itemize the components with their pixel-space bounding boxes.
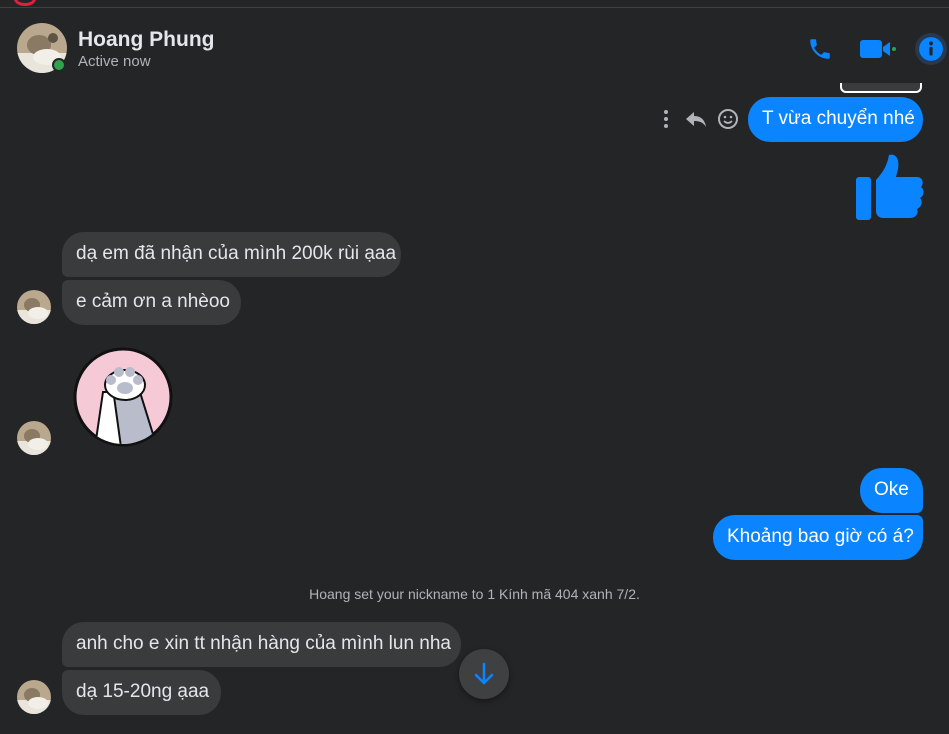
like-thumbs-up-icon[interactable] bbox=[853, 152, 925, 222]
message-hover-actions bbox=[660, 106, 740, 132]
scroll-to-bottom-button[interactable] bbox=[459, 649, 509, 699]
more-options-icon[interactable] bbox=[660, 106, 672, 132]
conversation-header: Hoang Phung Active now bbox=[0, 8, 949, 86]
cat-paw-sticker[interactable] bbox=[73, 347, 173, 447]
incoming-message[interactable]: e cảm ơn a nhèoo bbox=[62, 280, 241, 325]
window-top-border bbox=[0, 0, 949, 8]
outgoing-message[interactable]: T vừa chuyển nhé bbox=[748, 97, 923, 142]
arrow-down-icon bbox=[474, 662, 494, 685]
incoming-message[interactable]: dạ em đã nhận của mình 200k rùi ạaa bbox=[62, 232, 401, 277]
incoming-message[interactable]: dạ 15-20ng ạaa bbox=[62, 670, 221, 715]
contact-name[interactable]: Hoang Phung bbox=[78, 28, 214, 52]
outgoing-message[interactable]: Khoảng bao giờ có á? bbox=[713, 515, 923, 560]
phone-icon[interactable] bbox=[805, 34, 835, 64]
contact-avatar-small[interactable] bbox=[17, 680, 51, 714]
reply-icon[interactable] bbox=[684, 106, 708, 132]
contact-status: Active now bbox=[78, 53, 151, 70]
video-camera-icon[interactable] bbox=[858, 34, 898, 64]
contact-avatar-small[interactable] bbox=[17, 421, 51, 455]
system-notice: Hoang set your nickname to 1 Kính mã 404… bbox=[309, 586, 640, 602]
contact-avatar-small[interactable] bbox=[17, 290, 51, 324]
outgoing-message[interactable]: Oke bbox=[860, 468, 923, 513]
react-emoji-icon[interactable] bbox=[716, 106, 740, 132]
incoming-message[interactable]: anh cho e xin tt nhận hàng của mình lun … bbox=[62, 622, 461, 667]
online-status-dot bbox=[52, 58, 66, 72]
previous-image-attachment[interactable] bbox=[840, 83, 922, 93]
info-icon[interactable] bbox=[915, 33, 947, 65]
